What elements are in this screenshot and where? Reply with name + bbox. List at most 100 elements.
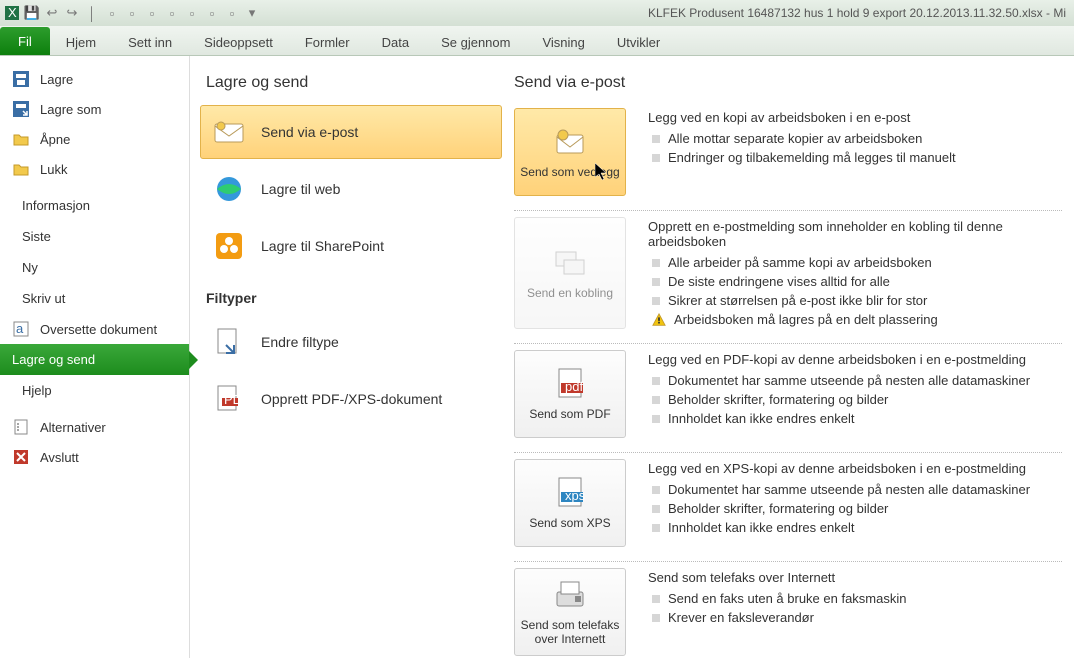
svg-text:a: a xyxy=(16,321,24,336)
sidebar-label: Avslutt xyxy=(40,450,79,465)
redo-icon[interactable]: ↪ xyxy=(64,5,80,21)
qat-dropdown-icon[interactable]: ▾ xyxy=(244,5,260,21)
big-button-fax[interactable]: Send som telefaks over Internett xyxy=(514,568,626,656)
sidebar-label: Lagre xyxy=(40,72,73,87)
sidebar-siste[interactable]: Siste xyxy=(0,221,189,252)
desc-bullet: Beholder skrifter, formatering og bilder xyxy=(652,390,1062,409)
big-button-xps[interactable]: xps Send som XPS xyxy=(514,459,626,547)
bullet-text: Dokumentet har samme utseende på nesten … xyxy=(668,373,1030,388)
backstage-sidebar: Lagre Lagre som Åpne Lukk Informasjon Si… xyxy=(0,56,190,658)
tab-sideoppsett[interactable]: Sideoppsett xyxy=(188,29,289,55)
sidebar-label: Åpne xyxy=(40,132,70,147)
qat-icon[interactable]: ▫ xyxy=(124,5,140,21)
bullet-icon xyxy=(652,614,660,622)
description: Legg ved en PDF-kopi av denne arbeidsbok… xyxy=(648,350,1062,438)
desc-bullet: De siste endringene vises alltid for all… xyxy=(652,272,1062,291)
tab-sett-inn[interactable]: Sett inn xyxy=(112,29,188,55)
desc-title: Legg ved en PDF-kopi av denne arbeidsbok… xyxy=(648,352,1062,367)
save-icon xyxy=(12,70,30,88)
qat-icon[interactable]: ▫ xyxy=(104,5,120,21)
changetype-icon xyxy=(213,326,245,358)
sidebar-alternativer[interactable]: Alternativer xyxy=(0,412,189,442)
option-label: Endre filtype xyxy=(261,334,339,350)
section-title-send-via-epost: Send via e-post xyxy=(514,70,1062,102)
translate-icon: a xyxy=(12,320,30,338)
save-icon[interactable]: 💾 xyxy=(24,5,40,21)
qat-icon[interactable]: ▫ xyxy=(224,5,240,21)
bullet-text: Innholdet kan ikke endres enkelt xyxy=(668,520,854,535)
saveas-icon xyxy=(12,100,30,118)
sidebar-lukk[interactable]: Lukk xyxy=(0,154,189,184)
sidebar-lagre[interactable]: Lagre xyxy=(0,64,189,94)
sidebar-label: Oversette dokument xyxy=(40,322,157,337)
big-button-pdf[interactable]: pdfSend som PDF xyxy=(514,350,626,438)
description: Legg ved en kopi av arbeidsboken i en e-… xyxy=(648,108,1062,196)
option-label: Send via e-post xyxy=(261,124,358,140)
sidebar-ny[interactable]: Ny xyxy=(0,252,189,283)
qat-icon[interactable]: ▫ xyxy=(144,5,160,21)
bullet-icon xyxy=(652,396,660,404)
undo-icon[interactable]: ↩ xyxy=(44,5,60,21)
option-endre-filtype[interactable]: Endre filtype xyxy=(200,315,502,369)
option-label: Lagre til SharePoint xyxy=(261,238,384,254)
tab-hjem[interactable]: Hjem xyxy=(50,29,112,55)
sidebar-oversette[interactable]: a Oversette dokument xyxy=(0,314,189,344)
send-via-epost-panel: Send via e-post Send som vedlegg Legg ved… xyxy=(508,56,1074,658)
sidebar-apne[interactable]: Åpne xyxy=(0,124,189,154)
option-lagre-til-web[interactable]: Lagre til web xyxy=(200,162,502,216)
desc-bullet: Endringer og tilbakemelding må legges ti… xyxy=(652,148,1062,167)
sidebar-lagre-som[interactable]: Lagre som xyxy=(0,94,189,124)
sidebar-skriv-ut[interactable]: Skriv ut xyxy=(0,283,189,314)
desc-bullet: Innholdet kan ikke endres enkelt xyxy=(652,518,1062,537)
tab-fil[interactable]: Fil xyxy=(0,27,50,55)
send-option-block: pdfSend som PDF Legg ved en PDF-kopi av d… xyxy=(514,344,1062,453)
sidebar-informasjon[interactable]: Informasjon xyxy=(0,190,189,221)
tab-utvikler[interactable]: Utvikler xyxy=(601,29,676,55)
sharepoint-icon xyxy=(213,230,245,262)
option-lagre-til-sharepoint[interactable]: Lagre til SharePoint xyxy=(200,219,502,273)
bullet-icon xyxy=(652,259,660,267)
desc-title: Legg ved en XPS-kopi av denne arbeidsbok… xyxy=(648,461,1062,476)
bullet-icon xyxy=(652,278,660,286)
desc-title: Send som telefaks over Internett xyxy=(648,570,1062,585)
big-button-label: Send som vedlegg xyxy=(520,165,619,179)
desc-bullet: Alle arbeider på samme kopi av arbeidsbo… xyxy=(652,253,1062,272)
title-bar: X 💾 ↩ ↪ │ ▫ ▫ ▫ ▫ ▫ ▫ ▫ ▾ KLFEK Produsen… xyxy=(0,0,1074,26)
exit-icon xyxy=(12,448,30,466)
svg-text:xps: xps xyxy=(565,488,586,503)
sidebar-hjelp[interactable]: Hjelp xyxy=(0,375,189,406)
description: Send som telefaks over InternettSend en … xyxy=(648,568,1062,656)
qat-icon[interactable]: ▫ xyxy=(204,5,220,21)
sidebar-label: Lukk xyxy=(40,162,67,177)
bullet-text: Krever en faksleverandør xyxy=(668,610,814,625)
desc-bullet: Krever en faksleverandør xyxy=(652,608,1062,627)
bullet-text: Alle arbeider på samme kopi av arbeidsbo… xyxy=(668,255,932,270)
bullet-text: De siste endringene vises alltid for all… xyxy=(668,274,890,289)
option-opprett-pdf-xps[interactable]: PDF Opprett PDF-/XPS-dokument xyxy=(200,372,502,426)
qat-icon[interactable]: ▫ xyxy=(184,5,200,21)
tab-visning[interactable]: Visning xyxy=(526,29,600,55)
option-label: Opprett PDF-/XPS-dokument xyxy=(261,391,442,407)
big-button-attach[interactable]: Send som vedlegg xyxy=(514,108,626,196)
tab-se-gjennom[interactable]: Se gjennom xyxy=(425,29,526,55)
qat-icon[interactable]: ▫ xyxy=(164,5,180,21)
send-option-block: Send som telefaks over InternettSend som… xyxy=(514,562,1062,658)
svg-text:pdf: pdf xyxy=(565,379,583,394)
separator-icon: │ xyxy=(84,5,100,21)
link-icon xyxy=(553,246,587,280)
desc-bullet: Beholder skrifter, formatering og bilder xyxy=(652,499,1062,518)
option-send-via-epost[interactable]: Send via e-post xyxy=(200,105,502,159)
desc-title: Legg ved en kopi av arbeidsboken i en e-… xyxy=(648,110,1062,125)
tab-formler[interactable]: Formler xyxy=(289,29,366,55)
close-icon xyxy=(12,160,30,178)
big-button-label: Send som XPS xyxy=(529,516,610,530)
tab-data[interactable]: Data xyxy=(366,29,425,55)
ribbon-tabs: Fil Hjem Sett inn Sideoppsett Formler Da… xyxy=(0,26,1074,56)
sidebar-lagre-og-send[interactable]: Lagre og send xyxy=(0,344,189,375)
attach-icon xyxy=(553,125,587,159)
sidebar-avslutt[interactable]: Avslutt xyxy=(0,442,189,472)
big-button-label: Send en kobling xyxy=(527,286,613,300)
send-option-block: Send en koblingOpprett en e-postmelding … xyxy=(514,211,1062,344)
desc-bullet: Sikrer at størrelsen på e-post ikke blir… xyxy=(652,291,1062,310)
send-option-block: Send som vedlegg Legg ved en kopi av arbe… xyxy=(514,102,1062,211)
